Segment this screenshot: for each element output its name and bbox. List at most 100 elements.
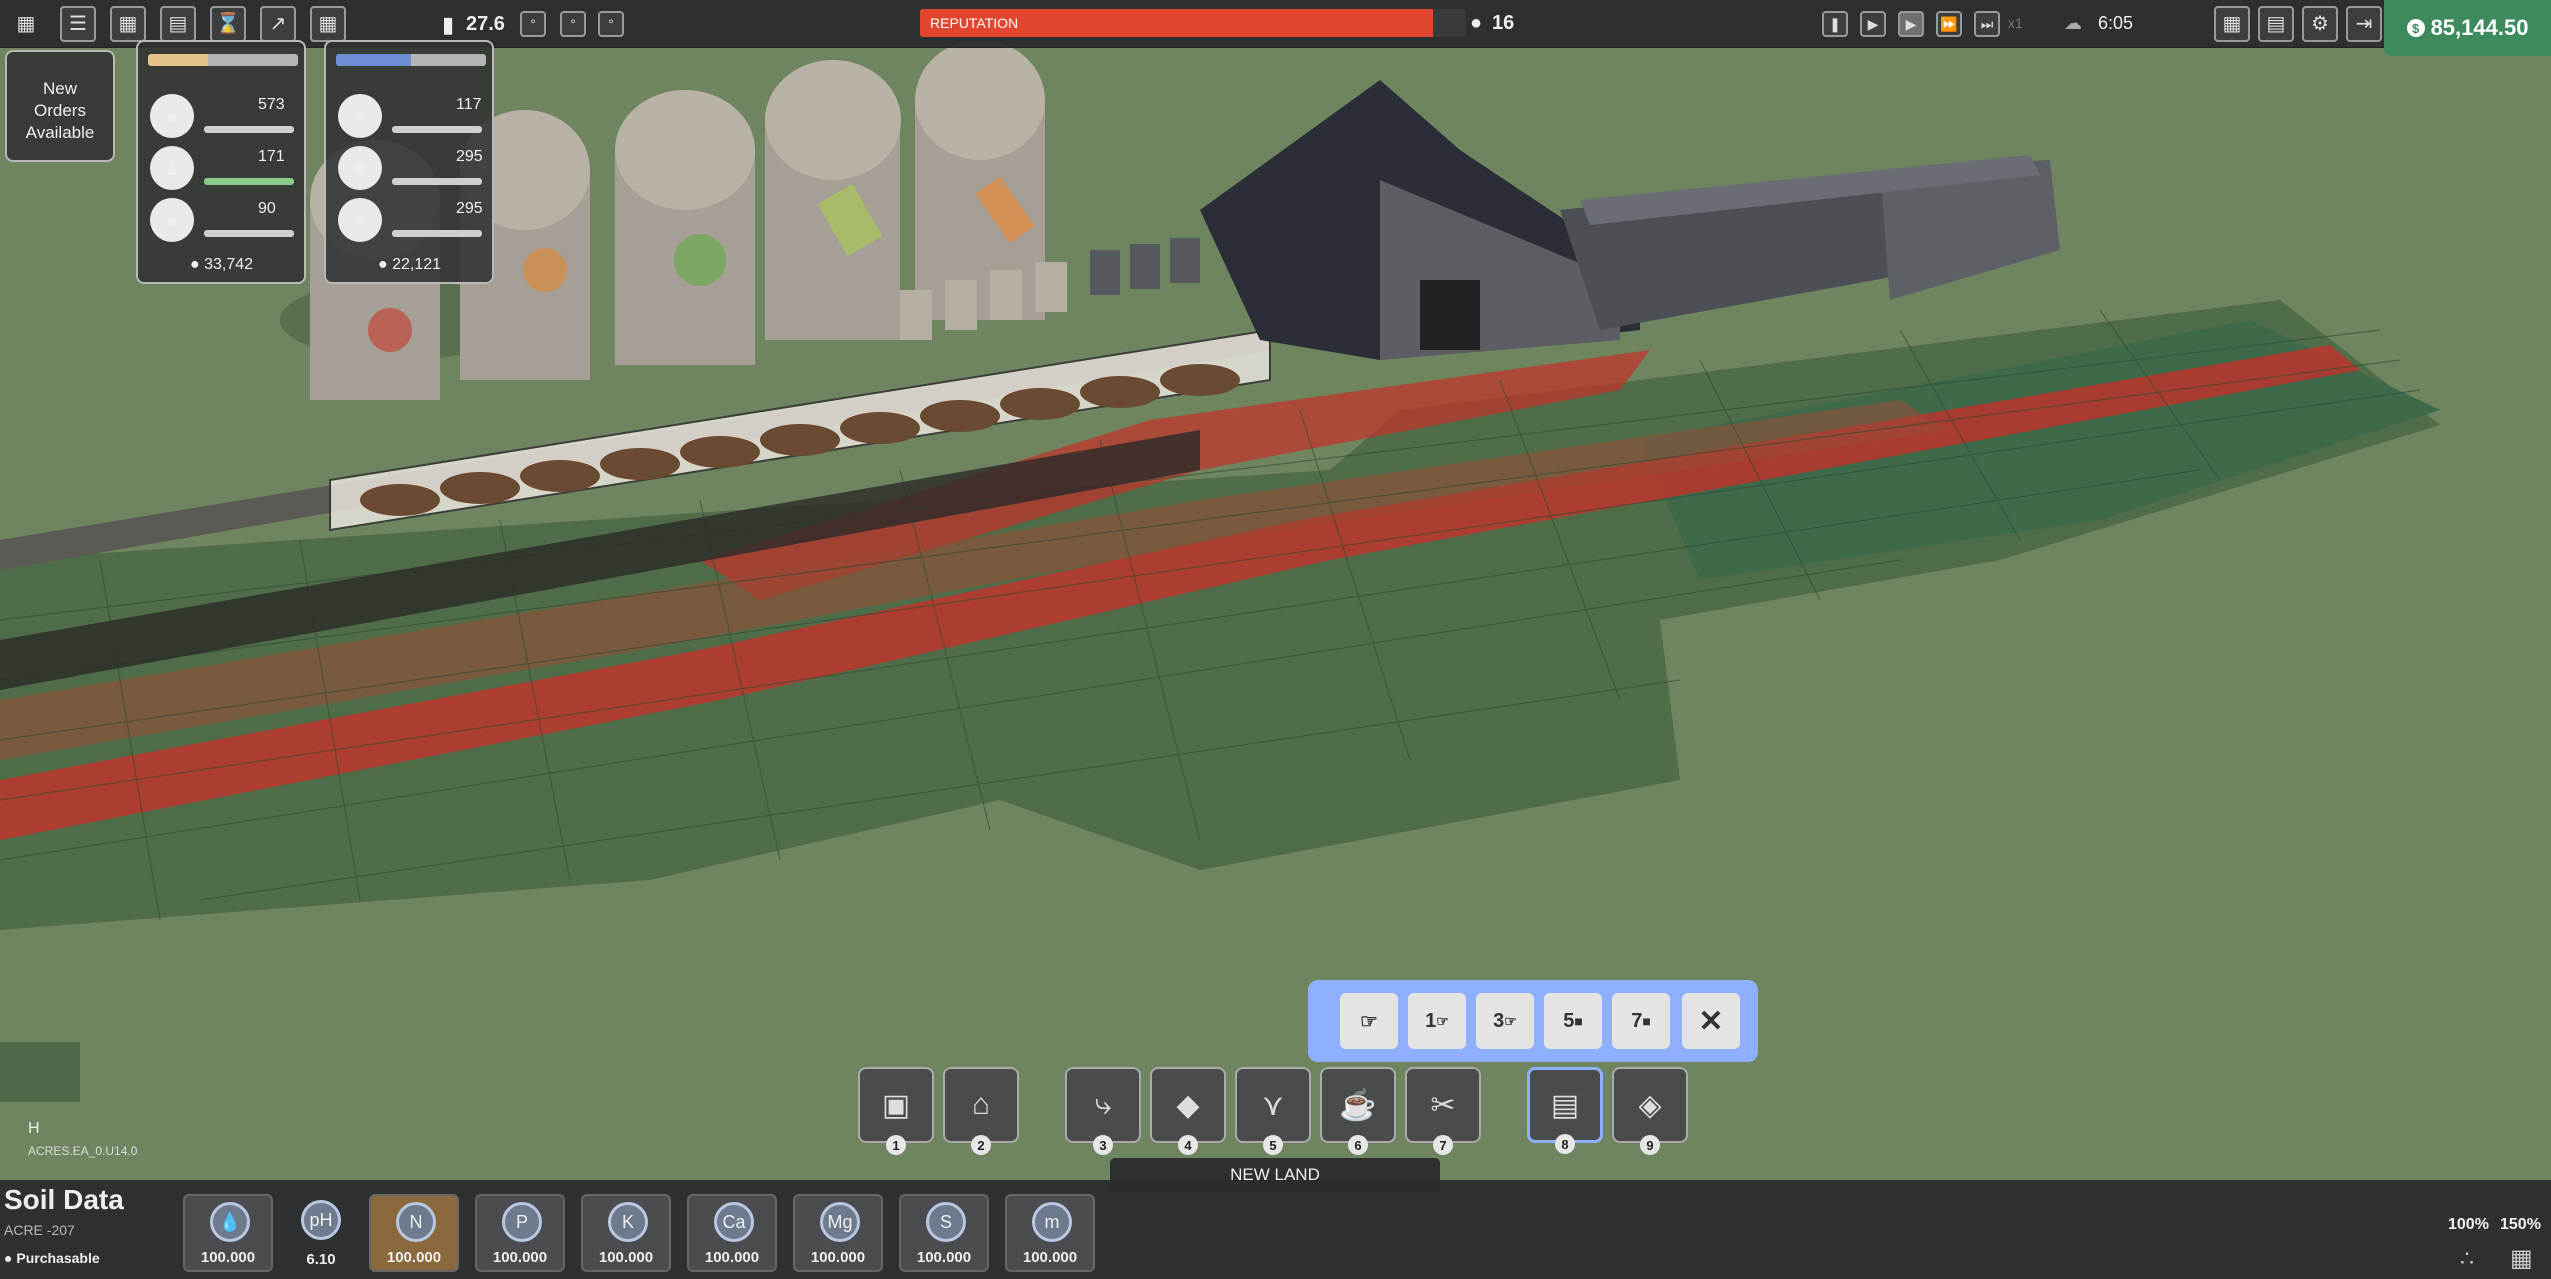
- reputation-label: REPUTATION: [930, 15, 1019, 31]
- nutrient-water[interactable]: 💧 100.000: [183, 1194, 273, 1272]
- seed-icon: ◆: [1176, 1088, 1200, 1122]
- silo-panel-2[interactable]: ● ● ● 117 295 295 ● 22,121: [324, 40, 494, 284]
- ribbon-icon: ●: [1470, 12, 1483, 34]
- silo-panel-1[interactable]: ● ▲ ● 573 171 90 ● 33,742: [136, 40, 306, 284]
- select-3-button[interactable]: 3 ☞: [1476, 993, 1534, 1049]
- chart-icon[interactable]: ↗: [260, 6, 296, 42]
- nutrient-ph[interactable]: pH 6.10: [276, 1194, 366, 1272]
- organic-matter-value: 100.000: [1022, 1249, 1078, 1266]
- silo-2-value-3: 295: [456, 200, 483, 217]
- tool-5-button[interactable]: ⋎ 5: [1235, 1067, 1311, 1155]
- cabbage-icon: ●: [150, 94, 194, 138]
- select-7-locked-button[interactable]: 7 ■: [1612, 993, 1670, 1049]
- tool-8-button[interactable]: ▤ 8: [1527, 1067, 1603, 1154]
- manual-icon[interactable]: ▤: [2258, 6, 2294, 42]
- reputation-count: 16: [1492, 12, 1515, 34]
- silo-1-bar-2: [204, 178, 294, 185]
- pruner-icon: ✂: [1430, 1088, 1456, 1122]
- nutrient-k[interactable]: K 100.000: [581, 1194, 671, 1272]
- money-amount: 85,144.50: [2430, 15, 2529, 40]
- select-1-button[interactable]: 1 ☞: [1408, 993, 1466, 1049]
- hourglass-icon[interactable]: ⌛: [210, 6, 246, 42]
- sulfur-icon: S: [926, 1202, 966, 1242]
- tool-3-button[interactable]: ⤷ 3: [1065, 1067, 1141, 1155]
- nutrient-p[interactable]: P 100.000: [475, 1194, 565, 1272]
- silo-1-bar-1: [204, 126, 294, 133]
- faster-icon[interactable]: ⏩: [1936, 11, 1962, 37]
- weather-cloud-icon: ☁: [2064, 13, 2082, 33]
- land-icon: ◈: [1638, 1088, 1662, 1122]
- select-pointer-button[interactable]: ☞: [1340, 993, 1398, 1049]
- tool-1-button[interactable]: ▣ 1: [858, 1067, 934, 1155]
- beet-icon: ●: [338, 94, 382, 138]
- silo-2-bar-1: [392, 126, 482, 133]
- play-icon[interactable]: ▶: [1860, 11, 1886, 37]
- calcium-value: 100.000: [704, 1249, 760, 1266]
- hand-icon: ☞: [1436, 1012, 1449, 1029]
- fast-forward-icon[interactable]: ▶: [1898, 11, 1924, 37]
- tool-5-number: 5: [1263, 1135, 1283, 1155]
- money-box[interactable]: $ 85,144.50: [2384, 0, 2551, 56]
- exit-icon[interactable]: ⇥: [2346, 6, 2382, 42]
- grass-icon[interactable]: ∴: [2460, 1246, 2474, 1272]
- tool-7-number: 7: [1433, 1135, 1453, 1155]
- soil-icon: ▤: [1550, 1088, 1580, 1122]
- nutrient-m[interactable]: m 100.000: [1005, 1194, 1095, 1272]
- soil-data-title: Soil Data: [4, 1184, 124, 1215]
- select-3-label: 3: [1493, 1009, 1505, 1032]
- lock-icon: ■: [1642, 1013, 1651, 1029]
- tool-2-button[interactable]: ⌂ 2: [943, 1067, 1019, 1155]
- new-orders-notice[interactable]: New Orders Available: [5, 50, 115, 162]
- silo-1-bar-3: [204, 230, 294, 237]
- silo-2-bar-2: [392, 178, 482, 185]
- finance-icon[interactable]: ▦: [310, 6, 346, 42]
- water-value: 100.000: [200, 1249, 256, 1266]
- tool-9-button[interactable]: ◈ 9: [1612, 1067, 1688, 1155]
- hand-icon: ☞: [1504, 1012, 1517, 1029]
- calcium-icon: Ca: [714, 1202, 754, 1242]
- organic-matter-icon: m: [1032, 1202, 1072, 1242]
- hand-pointer-icon: ☞: [1360, 1010, 1378, 1033]
- calendar-icon[interactable]: ▦: [2214, 6, 2250, 42]
- temp-unit-k-icon[interactable]: °: [598, 11, 624, 37]
- tool-6-button[interactable]: ☕ 6: [1320, 1067, 1396, 1155]
- crop-view-icon[interactable]: ▦: [2510, 1244, 2533, 1273]
- tool-7-button[interactable]: ✂ 7: [1405, 1067, 1481, 1155]
- nutrient-s[interactable]: S 100.000: [899, 1194, 989, 1272]
- select-7-label: 7: [1631, 1009, 1643, 1032]
- tool-1-number: 1: [886, 1135, 906, 1155]
- phosphorus-icon: P: [502, 1202, 542, 1242]
- thermometer-icon: ▮: [442, 12, 455, 37]
- tool-4-button[interactable]: ◆ 4: [1150, 1067, 1226, 1155]
- nutrient-ca[interactable]: Ca 100.000: [687, 1194, 777, 1272]
- fastest-icon[interactable]: ⏭: [1974, 11, 2000, 37]
- silo-1-color-tab: [148, 54, 298, 66]
- toolbox-icon: ▣: [881, 1088, 911, 1122]
- ph-icon: pH: [301, 1200, 341, 1240]
- nutrient-n[interactable]: N 100.000: [369, 1194, 459, 1272]
- notes-icon[interactable]: ☰: [60, 6, 96, 42]
- pause-icon[interactable]: ❚: [1822, 11, 1848, 37]
- orders-line-1: New: [42, 79, 77, 98]
- guide-book-icon[interactable]: ▤: [160, 6, 196, 42]
- coin-icon: $: [2406, 19, 2425, 37]
- close-palette-button[interactable]: ✕: [1682, 993, 1740, 1049]
- barn-icon: ⌂: [971, 1088, 991, 1121]
- key-hint: H: [28, 1120, 40, 1137]
- select-5-locked-button[interactable]: 5 ■: [1544, 993, 1602, 1049]
- spreadsheet-icon[interactable]: ▦: [110, 6, 146, 42]
- sulfur-value: 100.000: [916, 1249, 972, 1266]
- silo-1-value-3: 90: [258, 200, 276, 217]
- carrot-icon: ▲: [150, 146, 194, 190]
- ph-value: 6.10: [306, 1251, 336, 1268]
- temp-unit-f-icon[interactable]: °: [560, 11, 586, 37]
- settings-gear-icon[interactable]: ⚙: [2302, 6, 2338, 42]
- nutrient-mg[interactable]: Mg 100.000: [793, 1194, 883, 1272]
- select-5-label: 5: [1563, 1009, 1575, 1032]
- purchasable-text: Purchasable: [16, 1250, 100, 1266]
- purchasable-status: ● Purchasable: [4, 1250, 100, 1266]
- tool-9-number: 9: [1640, 1135, 1660, 1155]
- onion-icon: ●: [338, 198, 382, 242]
- temp-unit-c-icon[interactable]: °: [520, 11, 546, 37]
- water-drop-icon: 💧: [210, 1202, 250, 1242]
